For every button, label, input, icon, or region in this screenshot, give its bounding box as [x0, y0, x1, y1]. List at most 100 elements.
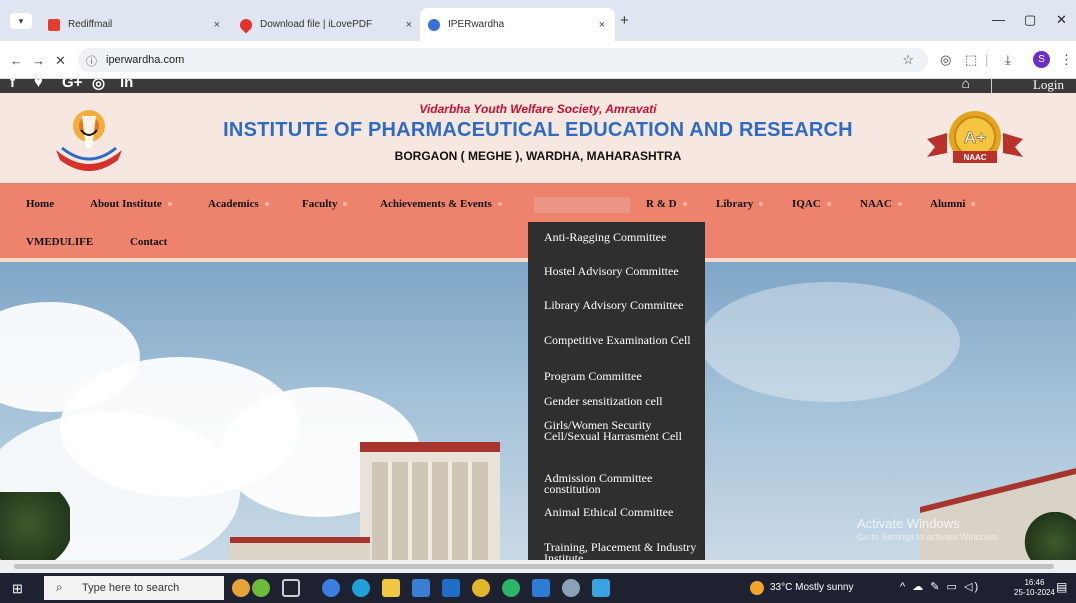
nav-item-vmedulife[interactable]: VMEDULIFE — [26, 236, 93, 248]
dropdown-dot-icon — [897, 202, 902, 207]
activate-windows-watermark: Activate Windows — [857, 516, 960, 531]
minimize-icon[interactable]: — — [992, 12, 1005, 27]
forward-icon[interactable]: → — [32, 53, 45, 68]
nav-item-library[interactable]: Library — [716, 198, 764, 210]
dropdown-item[interactable]: Training, Placement & Industry Institute — [544, 541, 704, 560]
cloud — [700, 282, 960, 402]
society-name: Vidarbha Youth Welfare Society, Amravati — [419, 102, 657, 116]
search-placeholder: Type here to search — [82, 582, 180, 594]
horizontal-scrollbar[interactable] — [0, 560, 1076, 573]
address-bar[interactable]: ⓘ iperwardha.com ☆ — [78, 48, 928, 72]
dropdown-item[interactable]: Animal Ethical Committee — [544, 506, 704, 518]
tab-iperwardha[interactable]: IPERwardha × — [420, 8, 615, 41]
heart-favicon-icon — [237, 16, 255, 33]
photos-icon[interactable] — [592, 579, 610, 597]
close-icon[interactable]: × — [599, 19, 605, 31]
facebook-icon[interactable]: f — [10, 79, 15, 91]
dropdown-item[interactable]: Program Committee — [544, 370, 704, 382]
bookmark-star-icon[interactable]: ☆ — [902, 52, 914, 68]
back-icon[interactable]: ← — [10, 53, 23, 68]
nav-item-achievements[interactable]: Achievements & Events — [380, 198, 502, 210]
windows-start-icon[interactable]: ⊞ — [12, 581, 23, 597]
tree — [0, 492, 70, 560]
tab-rediffmail[interactable]: Rediffmail × — [40, 8, 230, 41]
dropdown-item[interactable]: Admission Committee constitution — [544, 472, 704, 495]
store-icon[interactable] — [412, 579, 430, 597]
naac-label: NAAC — [963, 153, 986, 162]
maximize-icon[interactable]: ▢ — [1024, 12, 1036, 28]
notification-icon[interactable]: ▤ — [1056, 580, 1067, 594]
login-link[interactable]: Login — [1033, 79, 1064, 93]
dropdown-item[interactable]: Library Advisory Committee — [544, 299, 704, 311]
nav-item-rnd[interactable]: R & D — [646, 198, 687, 210]
site-header: Vidarbha Youth Welfare Society, Amravati… — [0, 93, 1076, 183]
dropdown-item[interactable]: Gender sensitization cell — [544, 395, 704, 407]
activate-windows-subtext: Go to Settings to activate Windows. — [857, 532, 1000, 542]
dropdown-dot-icon — [759, 202, 764, 207]
nav-item-iqac[interactable]: IQAC — [792, 198, 831, 210]
site-info-icon[interactable]: ⓘ — [86, 53, 97, 69]
stop-icon[interactable]: ✕ — [55, 53, 66, 69]
nav-item-about[interactable]: About Institute — [90, 198, 172, 210]
new-tab-button[interactable]: + — [620, 12, 629, 29]
twitter-icon[interactable]: ♥ — [34, 79, 43, 91]
puzzle-icon[interactable]: ⬚ — [965, 52, 977, 68]
close-icon[interactable]: × — [406, 19, 412, 31]
widget-icon[interactable] — [252, 579, 270, 597]
nav-item-active[interactable] — [534, 197, 630, 213]
task-view-icon[interactable] — [282, 579, 300, 597]
download-icon[interactable]: ⤓ — [1005, 52, 1011, 68]
toolbar-separator: | — [985, 52, 989, 67]
nav-item-academics[interactable]: Academics — [208, 198, 269, 210]
naac-grade: A+ — [964, 128, 986, 147]
window-close-icon[interactable]: ✕ — [1056, 12, 1067, 28]
windows-taskbar: ⊞ ⌕ Type here to search 33°C Mostly sunn… — [0, 573, 1076, 603]
scrollbar-thumb[interactable] — [14, 564, 1054, 569]
nav-item-contact[interactable]: Contact — [130, 236, 167, 248]
app-icon[interactable] — [562, 579, 580, 597]
taskbar-search[interactable]: ⌕ Type here to search — [44, 576, 224, 600]
nav-item-faculty[interactable]: Faculty — [302, 198, 348, 210]
clock-date: 25-10-2024 — [1014, 588, 1055, 597]
system-clock[interactable]: 16:46 25-10-2024 — [1014, 578, 1055, 598]
toolbar: ← → ✕ ⓘ iperwardha.com ☆ ◎ ⬚ | ⤓ S ⋮ — [0, 41, 1076, 79]
close-icon[interactable]: × — [214, 19, 220, 31]
widget-icon[interactable] — [232, 579, 250, 597]
chrome-icon[interactable] — [472, 579, 490, 597]
mail-icon[interactable] — [442, 579, 460, 597]
tree — [1020, 512, 1076, 560]
chevron-down-icon: ▾ — [18, 16, 24, 26]
nav-item-alumni[interactable]: Alumni — [930, 198, 976, 210]
browser-window: ▾ Rediffmail × Download file | iLovePDF … — [0, 0, 1076, 603]
committees-dropdown: Anti-Ragging Committee Hostel Advisory C… — [528, 222, 705, 560]
weather-text[interactable]: 33°C Mostly sunny — [770, 582, 853, 593]
tab-title: Rediffmail — [68, 19, 113, 30]
app-icon[interactable] — [322, 579, 340, 597]
profile-avatar[interactable]: S — [1033, 51, 1050, 68]
dropdown-item[interactable]: Anti-Ragging Committee — [544, 231, 704, 243]
nav-item-home[interactable]: Home — [26, 198, 54, 210]
building-wing — [230, 537, 370, 560]
google-plus-icon[interactable]: G+ — [62, 79, 82, 91]
tab-search-button[interactable]: ▾ — [10, 13, 32, 29]
edge-icon[interactable] — [352, 579, 370, 597]
extension-icon[interactable]: ◎ — [940, 52, 951, 68]
institute-address: BORGAON ( MEGHE ), WARDHA, MAHARASHTRA — [394, 149, 682, 163]
naac-badge-icon: A+ NAAC — [927, 111, 1023, 163]
app-icon[interactable] — [532, 579, 550, 597]
dropdown-item[interactable]: Competitive Examination Cell — [544, 334, 704, 346]
more-menu-icon[interactable]: ⋮ — [1060, 52, 1073, 68]
dropdown-item[interactable]: Hostel Advisory Committee — [544, 265, 704, 277]
linkedin-icon[interactable]: in — [120, 79, 133, 91]
file-explorer-icon[interactable] — [382, 579, 400, 597]
system-tray-icons[interactable]: ^ ☁ ✎ ▭ ◁) — [900, 580, 980, 593]
home-icon[interactable]: ⌂ — [962, 79, 970, 91]
building-windows — [372, 462, 488, 560]
url-text[interactable]: iperwardha.com — [106, 54, 184, 66]
tab-ilovepdf[interactable]: Download file | iLovePDF × — [232, 8, 422, 41]
instagram-icon[interactable]: ◎ — [92, 79, 105, 92]
dropdown-dot-icon — [264, 202, 269, 207]
dropdown-item[interactable]: Girls/Women Security Cell/Sexual Harrasm… — [544, 419, 704, 442]
whatsapp-icon[interactable] — [502, 579, 520, 597]
nav-item-naac[interactable]: NAAC — [860, 198, 902, 210]
